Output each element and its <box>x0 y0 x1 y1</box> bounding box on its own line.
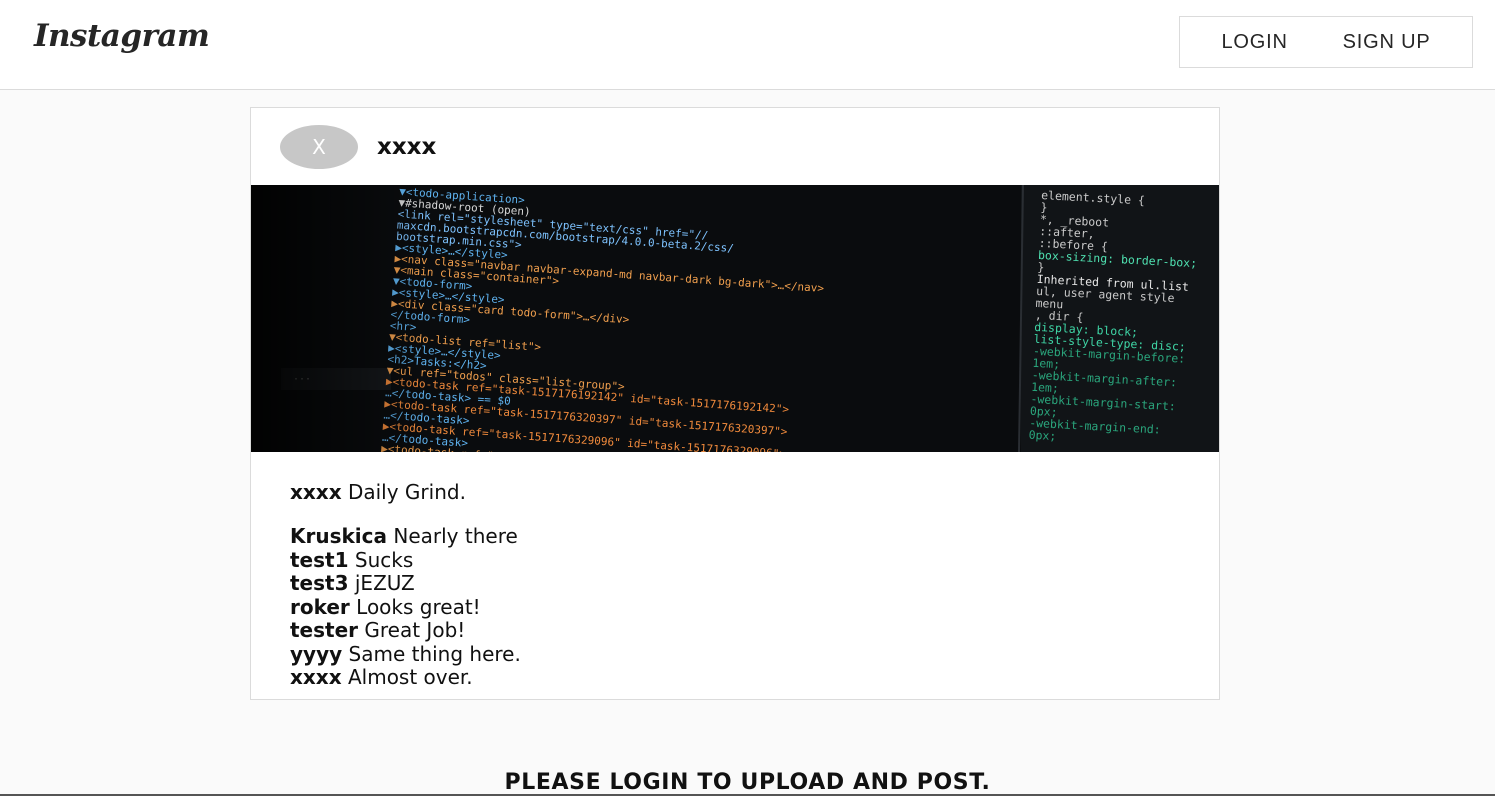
comment-username[interactable]: yyyy <box>290 642 342 666</box>
comment-username[interactable]: tester <box>290 618 358 642</box>
comment: test1 Sucks <box>290 547 521 573</box>
top-navbar: Instagram LOGIN SIGN UP <box>0 0 1495 90</box>
comment-text: Great Job! <box>364 618 466 642</box>
comment-username[interactable]: test3 <box>290 571 349 595</box>
comment-text: jEZUZ <box>354 571 415 595</box>
caption-username[interactable]: xxxx <box>290 480 342 504</box>
comment-username[interactable]: Kruskica <box>290 524 387 548</box>
comment: test3 jEZUZ <box>290 571 521 596</box>
comment-username[interactable]: xxxx <box>290 665 342 689</box>
post-header: X xxxx <box>251 108 1219 185</box>
comments-list: Kruskica Nearly there test1 Sucks test3 … <box>290 524 521 690</box>
comment: Kruskica Nearly there <box>290 524 521 549</box>
login-prompt-message: PLEASE LOGIN TO UPLOAD AND POST. <box>504 770 991 795</box>
comment-text: Almost over. <box>347 665 473 689</box>
comment: yyyy Same thing here. <box>290 641 521 667</box>
comment-text: Looks great! <box>356 594 481 619</box>
post-caption: xxxx Daily Grind. <box>290 480 466 504</box>
caption-text: Daily Grind. <box>347 480 466 504</box>
avatar[interactable]: X <box>280 125 358 169</box>
post-image: ··· ▼<todo-application> ▼#shadow-root (o… <box>251 185 1219 452</box>
comment: xxxx Almost over. <box>290 665 521 690</box>
code-screenshot-image: ··· ▼<todo-application> ▼#shadow-root (o… <box>251 185 1219 452</box>
comment-text: Nearly there <box>393 524 518 548</box>
signup-button[interactable]: SIGN UP <box>1343 31 1431 54</box>
comment-username[interactable]: roker <box>290 595 350 619</box>
auth-buttons: LOGIN SIGN UP <box>1179 16 1473 68</box>
post-username[interactable]: xxxx <box>377 134 436 160</box>
post-card: X xxxx ··· ▼<todo-application> ▼#shadow-… <box>250 107 1220 700</box>
comment: roker Looks great! <box>290 594 521 620</box>
login-button[interactable]: LOGIN <box>1221 31 1287 54</box>
comment: tester Great Job! <box>290 618 521 643</box>
instagram-logo[interactable]: Instagram <box>34 18 210 54</box>
comment-text: Sucks <box>354 547 414 572</box>
comment-username[interactable]: test1 <box>290 548 349 572</box>
comment-text: Same thing here. <box>348 641 521 666</box>
